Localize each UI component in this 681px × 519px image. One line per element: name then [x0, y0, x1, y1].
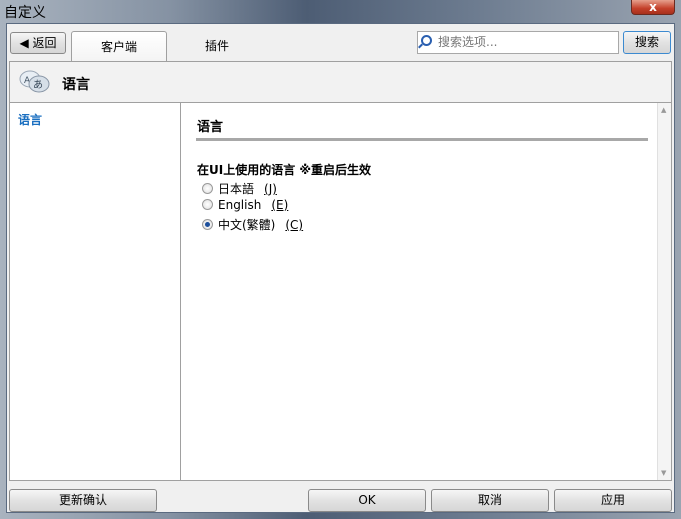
section-title: 语言	[197, 120, 224, 135]
settings-panel: 语言 语言 在UI上使用的语言 ※重启后生效 日本語 (J) English (E)…	[9, 102, 672, 481]
language-icon: Aあ	[19, 70, 50, 93]
option-key: (E)	[271, 198, 289, 212]
search-placeholder: 搜索选项...	[438, 35, 498, 49]
category-list: 语言	[10, 103, 181, 480]
page-header: Aあ 语言	[9, 61, 672, 103]
ok-button[interactable]: OK	[308, 489, 426, 512]
tab-client[interactable]: 客户端	[71, 31, 167, 61]
radio-japanese[interactable]: 日本語 (J)	[202, 180, 277, 197]
tab-plugins[interactable]: 插件	[172, 31, 262, 61]
vertical-scrollbar[interactable]: ▲ ▼	[657, 103, 671, 480]
radio-button[interactable]	[202, 199, 213, 210]
search-input[interactable]: 搜索选项...	[417, 31, 619, 54]
radio-english[interactable]: English (E)	[202, 198, 288, 212]
back-arrow-icon: ◀	[19, 36, 29, 50]
radio-chinese-traditional[interactable]: 中文(繁體) (C)	[202, 216, 303, 233]
search-button[interactable]: 搜索	[623, 31, 671, 54]
close-button[interactable]: x	[631, 0, 675, 15]
option-label: 中文(繁體)	[218, 218, 276, 232]
back-label: 返回	[32, 36, 57, 50]
option-key: (J)	[264, 182, 277, 196]
search-icon	[421, 35, 432, 46]
scroll-down-icon[interactable]: ▼	[661, 469, 666, 477]
option-key: (C)	[285, 218, 304, 232]
header-title: 语言	[62, 77, 90, 93]
radio-button-selected[interactable]	[202, 219, 213, 230]
option-label: 日本語	[218, 182, 255, 196]
apply-button[interactable]: 应用	[554, 489, 672, 512]
radio-button[interactable]	[202, 183, 213, 194]
scroll-up-icon[interactable]: ▲	[661, 106, 666, 114]
setting-label: 在UI上使用的语言 ※重启后生效	[197, 163, 372, 177]
section-divider	[196, 138, 648, 141]
category-item-language[interactable]: 语言	[18, 111, 42, 128]
dialog-body: ◀ 返回 客户端 插件 搜索选项... 搜索 Aあ 语言 语言 语言 在UI上使…	[6, 23, 675, 513]
option-label: English	[218, 198, 262, 212]
back-button[interactable]: ◀ 返回	[10, 32, 66, 54]
window: 自定义 x ◀ 返回 客户端 插件 搜索选项... 搜索 Aあ 语言 语言 语言…	[0, 0, 681, 519]
settings-content: 语言 在UI上使用的语言 ※重启后生效 日本語 (J) English (E) 中文…	[182, 103, 658, 480]
svg-text:あ: あ	[33, 79, 43, 91]
check-update-button[interactable]: 更新确认	[9, 489, 157, 512]
cancel-button[interactable]: 取消	[431, 489, 549, 512]
window-title: 自定义	[4, 5, 46, 21]
